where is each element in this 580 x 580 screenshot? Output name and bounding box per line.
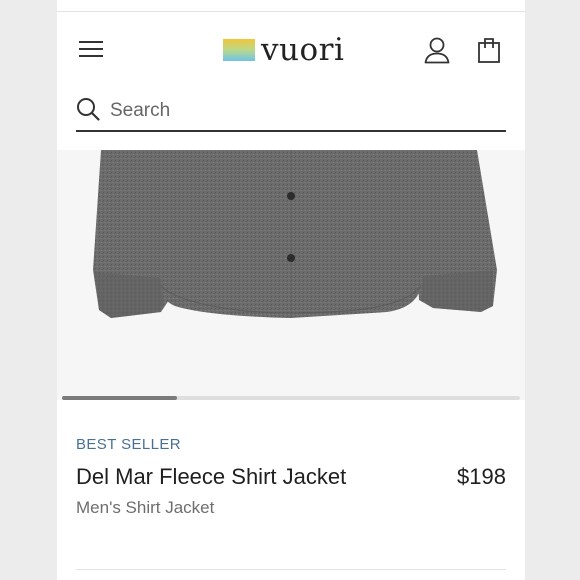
user-account-icon[interactable]	[423, 36, 451, 64]
shirt-jacket-image	[93, 150, 497, 318]
product-page: vuori Search BEST SELLER Del Mar Fleece …	[57, 0, 525, 580]
menu-line	[79, 41, 103, 43]
product-name[interactable]: Del Mar Fleece Shirt Jacket	[76, 463, 346, 491]
top-divider	[57, 11, 525, 12]
image-carousel-progress-fill	[62, 396, 177, 400]
best-seller-badge: BEST SELLER	[76, 436, 182, 453]
shirt-button	[287, 254, 295, 262]
menu-line	[79, 48, 103, 50]
logo-gradient-mark	[223, 39, 255, 61]
bottom-divider	[76, 569, 506, 570]
brand-logo[interactable]: vuori	[223, 34, 344, 66]
shopping-bag-icon[interactable]	[477, 36, 501, 64]
product-image[interactable]	[57, 150, 525, 400]
image-carousel-progress	[62, 396, 520, 400]
menu-line	[79, 55, 103, 57]
product-subtitle: Men's Shirt Jacket	[76, 498, 215, 517]
shirt-button	[287, 192, 295, 200]
hamburger-menu-icon[interactable]	[79, 38, 105, 60]
search-icon	[77, 98, 100, 121]
brand-name: vuori	[261, 32, 345, 68]
search-bar[interactable]	[76, 92, 506, 132]
product-price: $198	[457, 464, 506, 489]
search-input[interactable]	[108, 96, 492, 126]
